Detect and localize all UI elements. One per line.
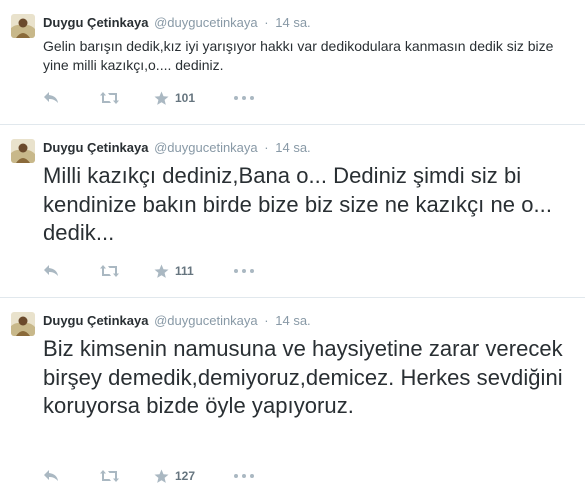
retweet-button[interactable] [100, 91, 154, 105]
reply-button[interactable] [43, 264, 100, 278]
username[interactable]: @duygucetinkaya [154, 313, 258, 328]
more-dots-icon [234, 269, 254, 273]
tweet-header: Duygu Çetinkaya @duygucetinkaya · 14 sa. [43, 312, 575, 329]
tweet-timeline: Duygu Çetinkaya @duygucetinkaya · 14 sa.… [0, 0, 585, 503]
favorite-count: 101 [175, 91, 196, 105]
tweet-header: Duygu Çetinkaya @duygucetinkaya · 14 sa. [43, 14, 575, 31]
more-button[interactable] [234, 269, 258, 273]
favorite-button[interactable]: 111 [154, 264, 234, 279]
separator-dot: · [264, 313, 269, 328]
username[interactable]: @duygucetinkaya [154, 140, 258, 155]
timestamp[interactable]: 14 sa. [275, 15, 310, 30]
tweet[interactable]: Duygu Çetinkaya @duygucetinkaya · 14 sa.… [0, 0, 585, 125]
timestamp[interactable]: 14 sa. [275, 140, 310, 155]
tweet[interactable]: Duygu Çetinkaya @duygucetinkaya · 14 sa.… [0, 298, 585, 503]
star-icon [154, 91, 169, 105]
timestamp[interactable]: 14 sa. [275, 313, 310, 328]
separator-dot: · [264, 15, 269, 30]
retweet-icon [100, 265, 119, 277]
fullname[interactable]: Duygu Çetinkaya [43, 313, 148, 328]
more-dots-icon [234, 474, 254, 478]
avatar[interactable] [11, 139, 35, 163]
favorite-button[interactable]: 127 [154, 469, 234, 484]
tweet-text: Milli kazıkçı dediniz,Bana o... Dediniz … [43, 163, 552, 245]
username[interactable]: @duygucetinkaya [154, 15, 258, 30]
favorite-count: 111 [175, 264, 194, 278]
reply-arrow-icon [44, 470, 58, 481]
retweet-icon [100, 92, 119, 104]
avatar[interactable] [11, 312, 35, 336]
tweet-actions: 127 [43, 467, 258, 485]
tweet-header: Duygu Çetinkaya @duygucetinkaya · 14 sa. [43, 139, 575, 156]
reply-arrow-icon [44, 92, 58, 103]
fullname[interactable]: Duygu Çetinkaya [43, 140, 148, 155]
tweet-actions: 111 [43, 262, 258, 280]
tweet-actions: 101 [43, 89, 258, 107]
tweet[interactable]: Duygu Çetinkaya @duygucetinkaya · 14 sa.… [0, 125, 585, 298]
tweet-text: Biz kimsenin namusuna ve haysiyetine zar… [43, 336, 563, 418]
tweet-text: Gelin barışın dedik,kız iyi yarışıyor ha… [43, 38, 554, 73]
avatar[interactable] [11, 14, 35, 38]
separator-dot: · [264, 140, 269, 155]
fullname[interactable]: Duygu Çetinkaya [43, 15, 148, 30]
retweet-icon [100, 470, 119, 482]
reply-arrow-icon [44, 265, 58, 276]
more-dots-icon [234, 96, 254, 100]
star-icon [154, 469, 169, 483]
reply-button[interactable] [43, 91, 100, 105]
favorite-button[interactable]: 101 [154, 91, 234, 106]
retweet-button[interactable] [100, 469, 154, 483]
more-button[interactable] [234, 474, 258, 478]
retweet-button[interactable] [100, 264, 154, 278]
reply-button[interactable] [43, 469, 100, 483]
more-button[interactable] [234, 96, 258, 100]
favorite-count: 127 [175, 469, 196, 483]
star-icon [154, 264, 169, 278]
